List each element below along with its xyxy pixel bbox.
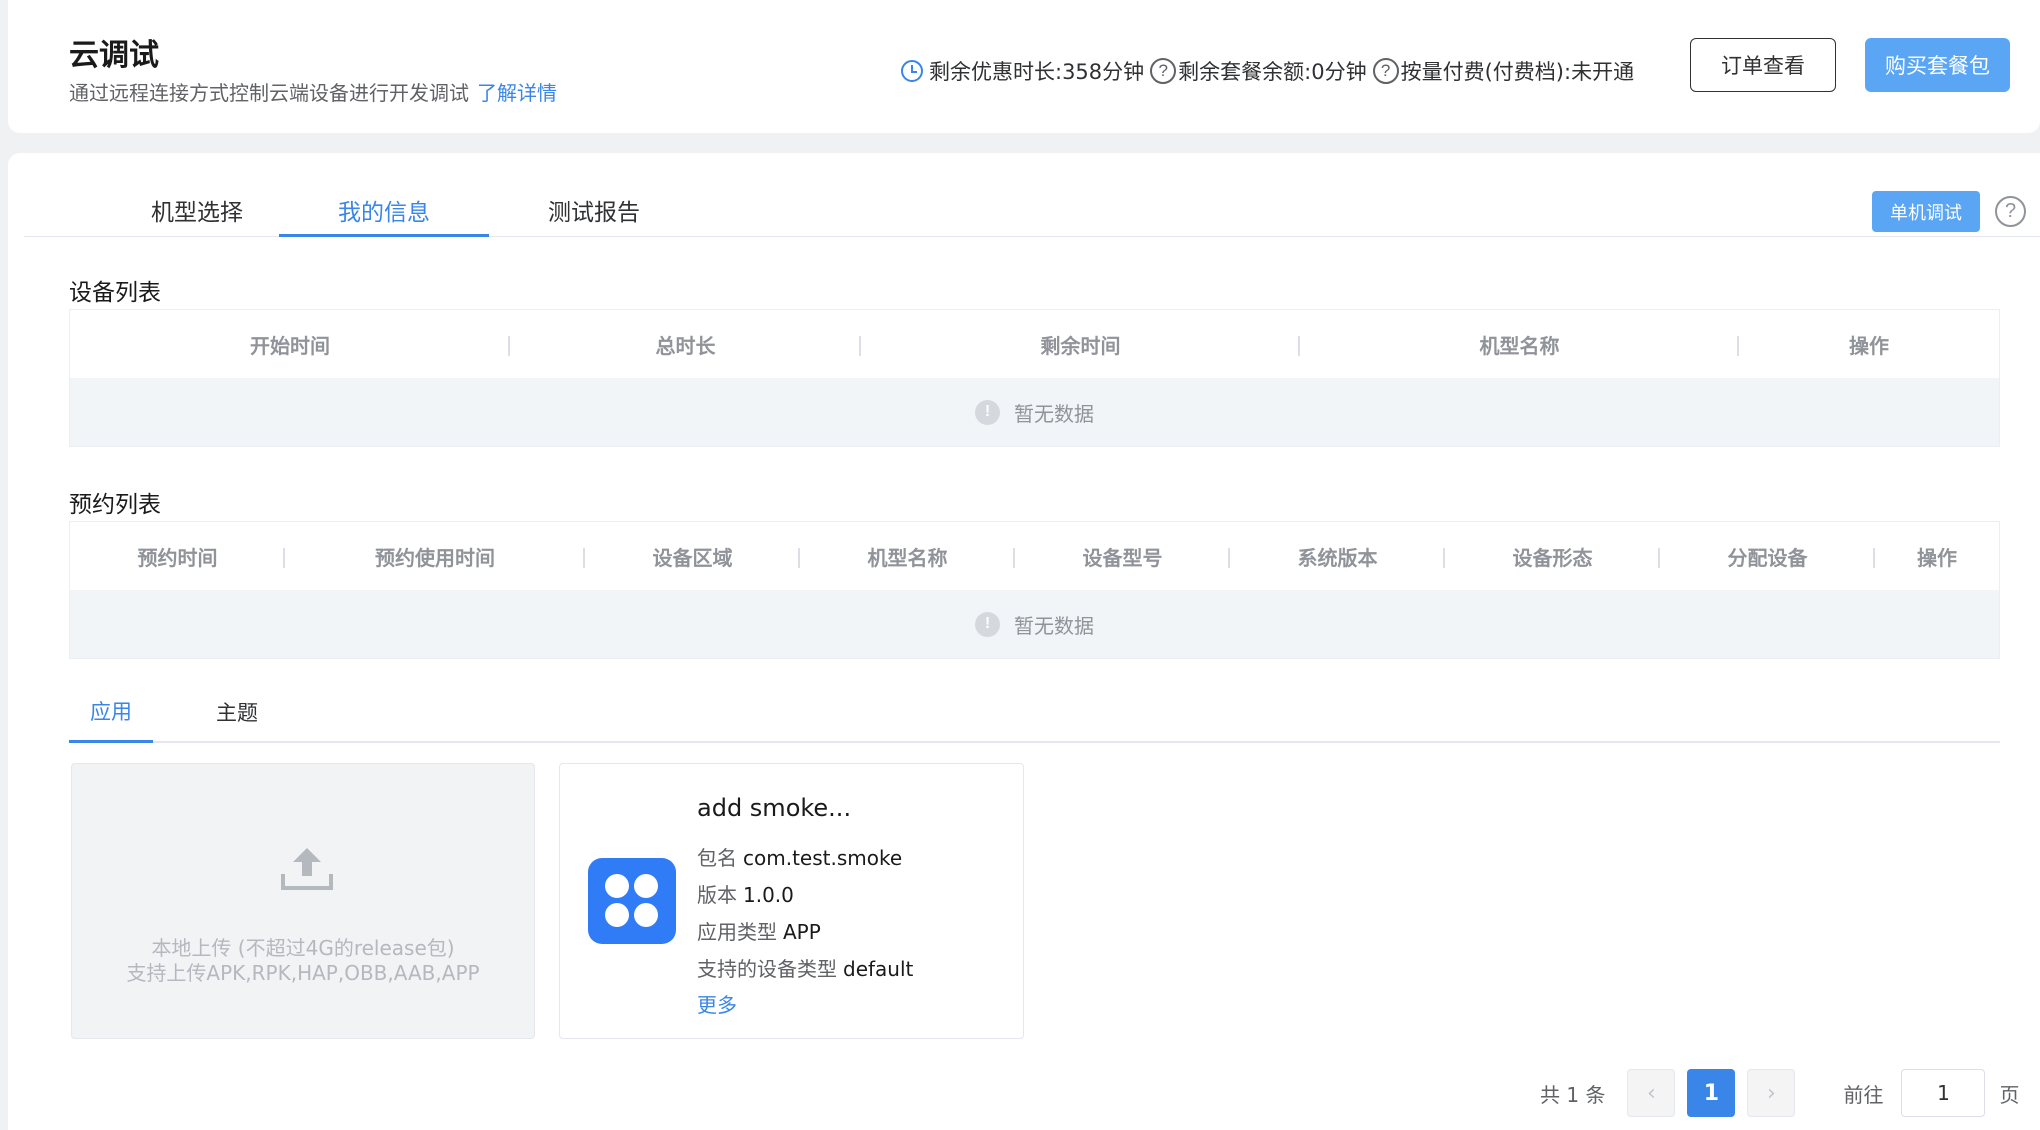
quota-payg: 按量付费(付费档):未开通 — [1400, 60, 1635, 84]
empty-text: 暂无数据 — [1014, 613, 1094, 638]
buy-package-button[interactable]: 购买套餐包 — [1865, 38, 2010, 92]
column-header: 操作 — [1849, 333, 1889, 358]
table-header: 预约时间 预约使用时间 设备区域 机型名称 设备型号 系统版本 设备形态 分配设… — [70, 522, 1999, 590]
help-icon[interactable]: ? — [1150, 58, 1177, 84]
main-tabs: 机型选择 我的信息 测试报告 单机调试 ? — [24, 153, 2040, 237]
learn-more-link[interactable]: 了解详情 — [477, 81, 557, 105]
asset-tabs: 应用 主题 — [69, 681, 2000, 743]
info-icon: ! — [975, 399, 1000, 425]
upload-dropzone[interactable]: 本地上传 (不超过4G的release包) 支持上传APK,RPK,HAP,OB… — [71, 763, 535, 1039]
app-name: add smoke... — [697, 794, 852, 822]
app-more-link[interactable]: 更多 — [697, 989, 737, 1018]
column-header: 总时长 — [510, 310, 861, 378]
column-header: 设备型号 — [1015, 522, 1230, 590]
page-suffix: 页 — [1999, 1082, 2020, 1107]
app-icon-dot — [605, 874, 629, 898]
device-list-title: 设备列表 — [69, 280, 161, 306]
column-header: 系统版本 — [1230, 522, 1445, 590]
column-header: 设备形态 — [1445, 522, 1660, 590]
empty-row: ! 暂无数据 — [70, 590, 1999, 658]
info-icon: ! — [975, 611, 1000, 637]
app-card[interactable]: add smoke... 包名 com.test.smoke 版本 1.0.0 应用… — [559, 763, 1024, 1039]
app-device-label: 支持的设备类型 — [697, 957, 837, 981]
column-header: 分配设备 — [1660, 522, 1875, 590]
next-page-button[interactable]: › — [1747, 1069, 1796, 1117]
app-icon-dot — [634, 903, 658, 927]
table-header: 开始时间 总时长 剩余时间 机型名称 操作 — [70, 310, 1999, 378]
reservation-table: 预约时间 预约使用时间 设备区域 机型名称 设备型号 系统版本 设备形态 分配设… — [69, 521, 2000, 659]
device-table: 开始时间 总时长 剩余时间 机型名称 操作 ! 暂无数据 — [69, 309, 2000, 447]
empty-text: 暂无数据 — [1014, 401, 1094, 426]
tab-apps[interactable]: 应用 — [69, 681, 153, 743]
page-subtitle: 通过远程连接方式控制云端设备进行开发调试 了解详情 — [69, 77, 557, 106]
column-header: 机型名称 — [1300, 310, 1739, 378]
tab-my-info[interactable]: 我的信息 — [279, 193, 489, 237]
clock-icon — [901, 60, 923, 82]
column-header: 设备区域 — [585, 522, 800, 590]
upload-hint: 本地上传 (不超过4G的release包) 支持上传APK,RPK,HAP,OB… — [72, 936, 534, 986]
app-type-value: APP — [783, 920, 821, 944]
tab-themes[interactable]: 主题 — [195, 681, 279, 743]
reservation-list-title: 预约列表 — [69, 492, 161, 518]
column-header: 操作 — [1917, 545, 1957, 570]
tab-model-select[interactable]: 机型选择 — [92, 193, 302, 237]
upload-hint-line1: 本地上传 (不超过4G的release包) — [151, 936, 455, 960]
app-type-row: 应用类型 APP — [697, 916, 821, 945]
empty-row: ! 暂无数据 — [70, 378, 1999, 446]
subtitle-text: 通过远程连接方式控制云端设备进行开发调试 — [69, 81, 469, 105]
quota-discount: 剩余优惠时长:358分钟 — [929, 60, 1145, 84]
column-header: 机型名称 — [800, 522, 1015, 590]
column-header: 剩余时间 — [861, 310, 1300, 378]
app-package-value: com.test.smoke — [743, 846, 903, 870]
header-card: 云调试 通过远程连接方式控制云端设备进行开发调试 了解详情 剩余优惠时长:358分… — [8, 0, 2040, 133]
single-debug-button[interactable]: 单机调试 — [1872, 191, 1980, 232]
page-number[interactable]: 1 — [1687, 1069, 1736, 1117]
app-icon-dot — [634, 874, 658, 898]
help-icon[interactable]: ? — [1372, 58, 1399, 84]
app-icon-dot — [605, 903, 629, 927]
page-title: 云调试 — [69, 38, 159, 73]
quota-package: 剩余套餐余额:0分钟 — [1178, 60, 1367, 84]
prev-page-button[interactable]: ‹ — [1627, 1069, 1676, 1117]
app-version-label: 版本 — [697, 883, 737, 907]
goto-page-input[interactable] — [1901, 1069, 1986, 1117]
upload-hint-line2: 支持上传APK,RPK,HAP,OBB,AAB,APP — [126, 961, 480, 985]
app-type-label: 应用类型 — [697, 920, 777, 944]
app-version-value: 1.0.0 — [743, 883, 794, 907]
page-total: 共 1 条 — [1540, 1082, 1606, 1107]
upload-icon — [281, 848, 333, 890]
app-device-value: default — [843, 957, 914, 981]
app-icon — [588, 858, 676, 944]
help-icon[interactable]: ? — [1995, 196, 2026, 227]
quota-info: 剩余优惠时长:358分钟 ? 剩余套餐余额:0分钟 ? 按量付费(付费档):未开… — [901, 56, 1634, 86]
goto-label: 前往 — [1843, 1082, 1884, 1107]
tab-test-report[interactable]: 测试报告 — [489, 193, 699, 237]
app-device-row: 支持的设备类型 default — [697, 953, 913, 982]
app-package-row: 包名 com.test.smoke — [697, 842, 902, 871]
column-header: 开始时间 — [70, 310, 510, 378]
main-card: 机型选择 我的信息 测试报告 单机调试 ? 设备列表 开始时间 总时长 剩余时间… — [8, 153, 2040, 1130]
app-version-row: 版本 1.0.0 — [697, 879, 794, 908]
pagination: 共 1 条 ‹ 1 › 前往 页 — [1540, 1069, 2019, 1117]
column-header: 预约时间 — [70, 522, 285, 590]
order-view-button[interactable]: 订单查看 — [1690, 38, 1836, 92]
app-package-label: 包名 — [697, 846, 737, 870]
column-header: 预约使用时间 — [285, 522, 585, 590]
